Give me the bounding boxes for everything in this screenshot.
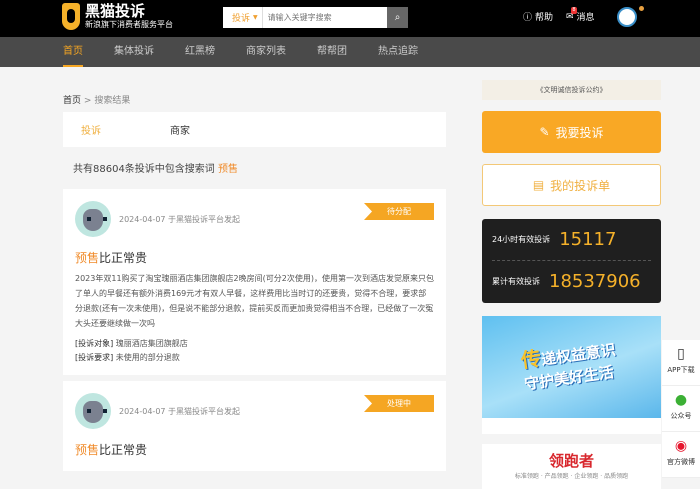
edit-icon: ✎: [539, 125, 550, 139]
wechat-label: 公众号: [670, 412, 692, 420]
status-badge: 处理中: [364, 395, 434, 412]
complaint-date: 2024-04-07 于黑猫投诉平台发起: [119, 406, 241, 416]
floating-toolbar: ▯ APP下载 ● 公众号 ◉ 官方微博: [662, 340, 700, 478]
caret-down-icon: ▼: [253, 14, 258, 21]
logo-title: 黑猫投诉: [85, 2, 146, 20]
stat-total-value: 18537906: [549, 271, 641, 292]
help-icon: ⓘ: [523, 13, 533, 23]
pact-link[interactable]: 《文明诚信投诉公约》: [482, 80, 661, 100]
demand-label: [投诉要求]: [75, 353, 114, 362]
breadcrumb-home[interactable]: 首页: [63, 96, 81, 106]
search-button[interactable]: ⌕: [387, 7, 408, 28]
wechat-button[interactable]: ● 公众号: [662, 386, 700, 432]
complaint-demand: [投诉要求] 未使用的部分退款: [75, 351, 434, 365]
banner-logos: [482, 418, 661, 434]
breadcrumb-current: 搜索结果: [94, 96, 131, 106]
complaint-target: [投诉对象] 瑰丽酒店集团旗舰店: [75, 337, 434, 351]
complaint-card[interactable]: 2024-04-07 于黑猫投诉平台发起 待分配 预售比正常贵 2023年双11…: [63, 189, 446, 375]
my-complaints-button[interactable]: ▤ 我的投诉单: [482, 164, 661, 206]
search-type-select[interactable]: 投诉 ▼: [223, 7, 263, 28]
search-input[interactable]: [262, 13, 383, 22]
result-tabs: 投诉 商家: [63, 112, 446, 147]
logo[interactable]: 黑猫投诉 新浪旗下消费者服务平台: [62, 3, 173, 30]
main-column: 首页 > 搜索结果 投诉 商家 共有88604条投诉中包含搜索词 预售 2024…: [63, 67, 446, 471]
stats-panel: 24小时有效投诉 15117 累计有效投诉 18537906: [482, 219, 661, 303]
clipboard-icon: ▤: [532, 178, 545, 192]
title-keyword: 预售: [75, 443, 100, 457]
search-icon: ⌕: [394, 12, 401, 23]
nav-merchant-list[interactable]: 商家列表: [246, 37, 286, 67]
avatar: [75, 393, 111, 429]
result-count: 共有88604条投诉中包含搜索词 预售: [73, 160, 446, 175]
title-text: 比正常贵: [99, 251, 148, 265]
leader-ad[interactable]: 领跑者 标准领跑 · 产品领跑 · 企业领跑 · 品质领跑: [482, 444, 661, 489]
nav-home[interactable]: 首页: [63, 37, 83, 67]
search-keyword: 预售: [218, 164, 238, 175]
stat-total-label: 累计有效投诉: [492, 277, 540, 286]
stat-24h-label: 24小时有效投诉: [492, 235, 551, 244]
stat-24h-value: 15117: [559, 229, 617, 250]
weibo-label: 官方微博: [667, 458, 695, 466]
tab-complaints[interactable]: 投诉: [81, 122, 101, 137]
messages-label: 消息: [576, 13, 595, 23]
app-download-label: APP下载: [667, 366, 695, 374]
title-keyword: 预售: [75, 251, 100, 265]
tab-merchants[interactable]: 商家: [170, 122, 190, 137]
file-complaint-button[interactable]: ✎ 我要投诉: [482, 111, 661, 153]
complaint-title[interactable]: 预售比正常贵: [75, 441, 434, 458]
banner-slogan: 传递权益意识 守护美好生活: [519, 332, 620, 395]
nav-hot-tracking[interactable]: 热点追踪: [378, 37, 418, 67]
nav-red-black-list[interactable]: 红黑榜: [185, 37, 215, 67]
result-count-text: 共有88604条投诉中包含搜索词: [73, 164, 215, 175]
app-download-button[interactable]: ▯ APP下载: [662, 340, 700, 386]
file-complaint-label: 我要投诉: [555, 125, 604, 140]
help-link[interactable]: ⓘ 帮助: [523, 10, 553, 23]
sidebar: 《文明诚信投诉公约》 ✎ 我要投诉 ▤ 我的投诉单 24小时有效投诉 15117 累计…: [482, 80, 661, 489]
complaint-title[interactable]: 预售比正常贵: [75, 249, 434, 266]
title-text: 比正常贵: [99, 443, 148, 457]
ad-title: 领跑者: [548, 452, 594, 470]
user-avatar[interactable]: [617, 7, 637, 27]
phone-icon: ▯: [677, 346, 685, 362]
promo-banner[interactable]: 传递权益意识 守护美好生活: [482, 316, 661, 434]
target-value: 瑰丽酒店集团旗舰店: [115, 339, 188, 348]
logo-subtitle: 新浪旗下消费者服务平台: [85, 20, 173, 29]
my-complaints-label: 我的投诉单: [550, 178, 611, 193]
nav-help-group[interactable]: 帮帮团: [317, 37, 347, 67]
top-bar: 黑猫投诉新浪旗下消费者服务平台 投诉▼ ⌕ ⓘ帮助 ✉消息 8: [0, 0, 700, 37]
help-label: 帮助: [535, 13, 554, 23]
breadcrumb: 首页 > 搜索结果: [63, 93, 446, 106]
search-type-label: 投诉: [232, 14, 251, 24]
avatar: [75, 201, 111, 237]
weibo-icon: ◉: [674, 438, 688, 454]
complaint-date: 2024-04-07 于黑猫投诉平台发起: [119, 214, 241, 224]
search-bar: 投诉▼ ⌕: [223, 7, 408, 28]
nav-group-complaint[interactable]: 集体投诉: [114, 37, 154, 67]
message-count-badge: 8: [571, 7, 577, 14]
wechat-icon: ●: [674, 392, 688, 408]
main-nav: 首页 集体投诉 红黑榜 商家列表 帮帮团 热点追踪: [0, 37, 700, 67]
notification-dot: [639, 6, 644, 11]
demand-value: 未使用的部分退款: [115, 353, 180, 362]
status-badge: 待分配: [364, 203, 434, 220]
target-label: [投诉对象]: [75, 339, 114, 348]
breadcrumb-sep: >: [83, 96, 92, 106]
complaint-body: 2023年双11购买了淘宝瑰丽酒店集团旗舰店2晚房间(可分2次使用)，使用第一次…: [75, 274, 434, 328]
complaint-card[interactable]: 2024-04-07 于黑猫投诉平台发起 处理中 预售比正常贵: [63, 381, 446, 471]
cat-shield-icon: [62, 3, 80, 30]
ad-subtitle: 标准领跑 · 产品领跑 · 企业领跑 · 品质领跑: [514, 473, 629, 480]
weibo-button[interactable]: ◉ 官方微博: [662, 432, 700, 478]
